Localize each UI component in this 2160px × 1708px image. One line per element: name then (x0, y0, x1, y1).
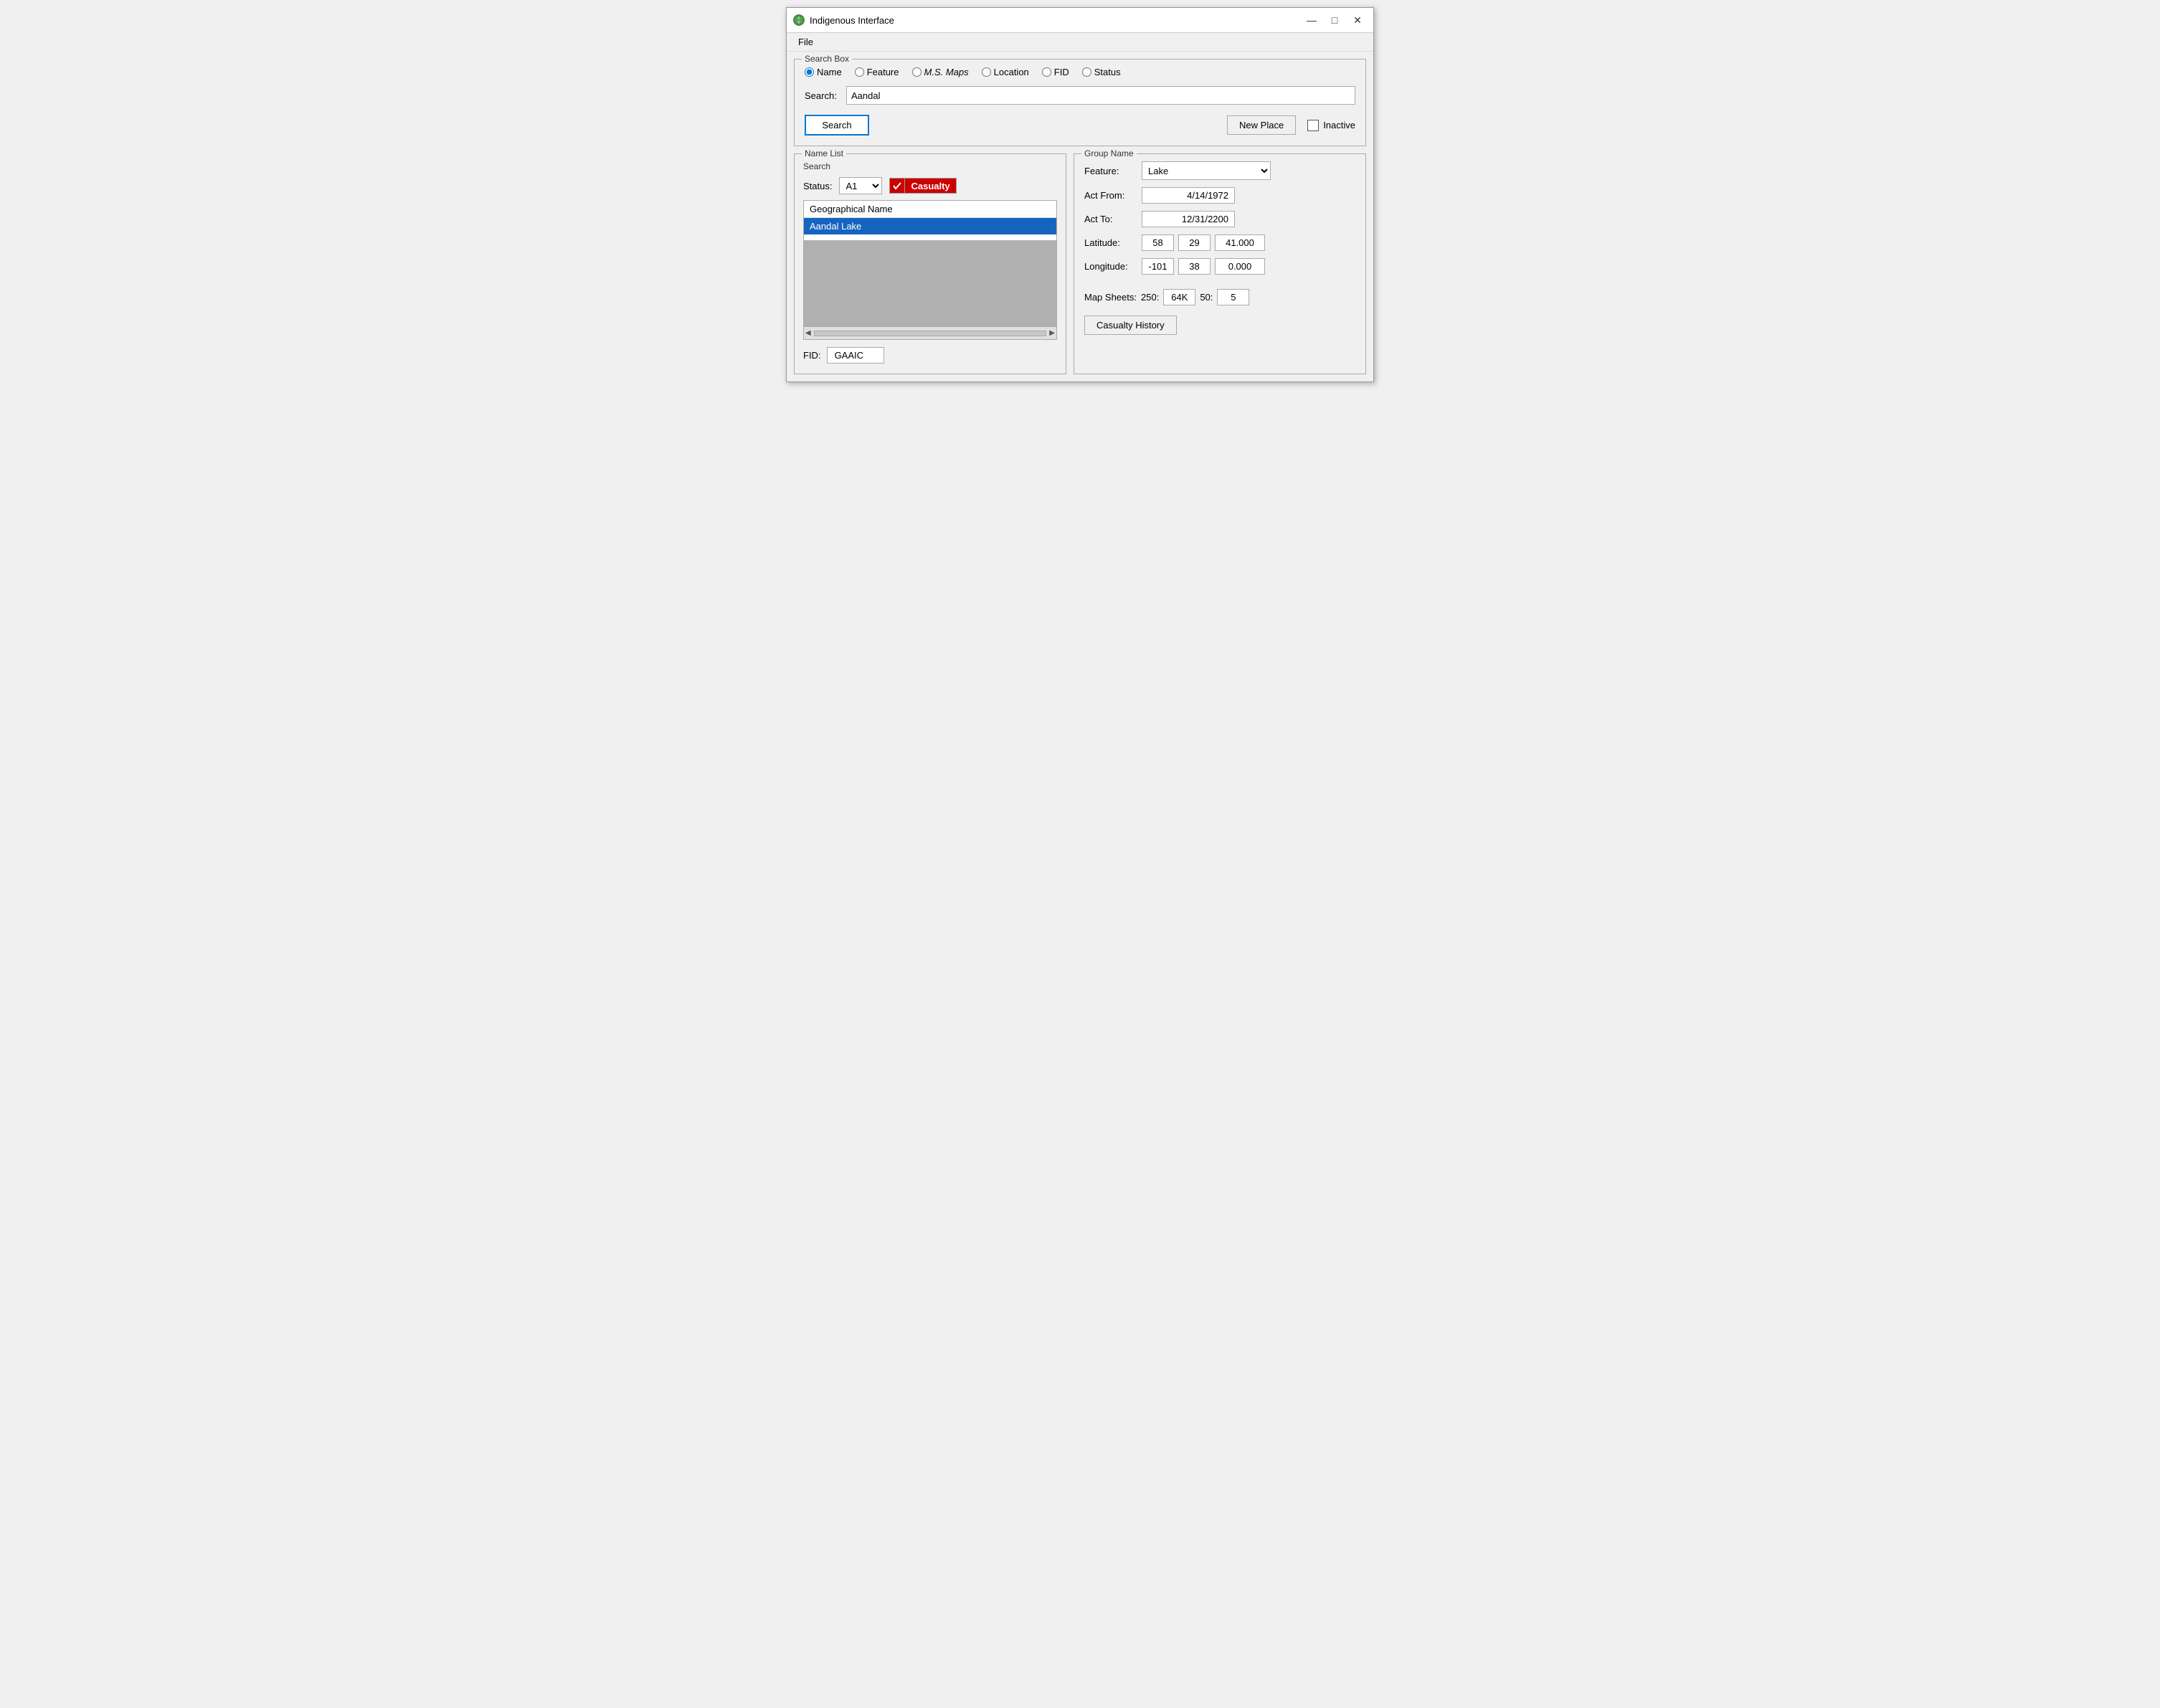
minimize-button[interactable]: — (1302, 12, 1322, 28)
group-name-legend: Group Name (1081, 148, 1137, 158)
geo-list-header: Geographical Name (804, 201, 1056, 218)
longitude-label: Longitude: (1084, 261, 1142, 272)
radio-feature-text: Feature (867, 67, 899, 77)
radio-ms-maps-text: M.S. Maps (924, 67, 969, 77)
new-place-button[interactable]: New Place (1227, 115, 1296, 135)
scroll-left-arrow[interactable]: ◀ (805, 329, 811, 337)
button-row: Search New Place Inactive (805, 115, 1355, 136)
radio-status-label[interactable]: Status (1082, 67, 1121, 77)
casualty-text: Casualty (905, 178, 956, 194)
map-250-label: 250: (1141, 292, 1159, 303)
window-controls: — □ ✕ (1302, 12, 1368, 28)
fid-label: FID: (803, 350, 821, 361)
search-input[interactable] (846, 86, 1355, 105)
window-title: Indigenous Interface (810, 15, 1302, 26)
act-to-row: Act To: 12/31/2200 (1084, 211, 1355, 227)
inactive-row: Inactive (1307, 120, 1355, 131)
search-sub-label: Search (803, 161, 1057, 171)
casualty-history-button[interactable]: Casualty History (1084, 315, 1177, 335)
radio-location-label[interactable]: Location (982, 67, 1029, 77)
latitude-row: Latitude: 58 29 41.000 (1084, 234, 1355, 251)
radio-name-label[interactable]: Name (805, 67, 842, 77)
inactive-label: Inactive (1323, 120, 1355, 131)
map-sheets-label: Map Sheets: (1084, 292, 1137, 303)
feature-label: Feature: (1084, 166, 1142, 176)
map-sheets-row: Map Sheets: 250: 64K 50: 5 (1084, 289, 1355, 305)
radio-status-text: Status (1094, 67, 1121, 77)
fid-row: FID: GAAIC (803, 347, 1057, 364)
list-item[interactable]: Aandal Lake (804, 218, 1056, 234)
geo-list-scrollbar[interactable]: ◀ ▶ (804, 326, 1056, 339)
status-label: Status: (803, 181, 832, 191)
longitude-row: Longitude: -101 38 0.000 (1084, 258, 1355, 275)
act-from-value: 4/14/1972 (1142, 187, 1235, 204)
feature-row: Feature: Lake River Mountain Valley (1084, 161, 1355, 180)
radio-fid-text: FID (1054, 67, 1069, 77)
fid-value: GAAIC (827, 347, 884, 364)
main-window: Indigenous Interface — □ ✕ File Search B… (786, 7, 1374, 382)
lat-min: 29 (1178, 234, 1211, 251)
act-from-row: Act From: 4/14/1972 (1084, 187, 1355, 204)
lat-deg: 58 (1142, 234, 1174, 251)
lon-min: 38 (1178, 258, 1211, 275)
menu-file[interactable]: File (792, 34, 819, 49)
lon-sec: 0.000 (1215, 258, 1265, 275)
radio-feature[interactable] (855, 67, 864, 77)
lon-deg: -101 (1142, 258, 1174, 275)
scroll-right-arrow[interactable]: ▶ (1049, 329, 1055, 337)
group-name-panel: Group Name Feature: Lake River Mountain … (1074, 153, 1366, 374)
map-50-label: 50: (1200, 292, 1213, 303)
radio-ms-maps-label[interactable]: M.S. Maps (912, 67, 969, 77)
main-content: Search Box Name Feature M.S. Maps Locati… (787, 52, 1373, 381)
app-icon (792, 14, 805, 27)
casualty-label[interactable]: Casualty (889, 178, 956, 194)
act-to-label: Act To: (1084, 214, 1142, 224)
radio-fid-label[interactable]: FID (1042, 67, 1069, 77)
geo-list-container: Geographical Name Aandal Lake ◀ ▶ (803, 200, 1057, 340)
radio-name-text: Name (817, 67, 842, 77)
inactive-checkbox[interactable] (1307, 120, 1319, 131)
radio-location-text: Location (994, 67, 1029, 77)
radio-fid[interactable] (1042, 67, 1051, 77)
status-select[interactable]: A1 A2 B1 B2 (839, 177, 882, 194)
status-row: Status: A1 A2 B1 B2 Casualty (803, 177, 1057, 194)
maximize-button[interactable]: □ (1325, 12, 1345, 28)
title-bar: Indigenous Interface — □ ✕ (787, 8, 1373, 33)
radio-name[interactable] (805, 67, 814, 77)
lat-sec: 41.000 (1215, 234, 1265, 251)
name-list-legend: Name List (802, 148, 846, 158)
close-button[interactable]: ✕ (1347, 12, 1368, 28)
search-input-row: Search: (805, 86, 1355, 105)
search-label: Search: (805, 90, 840, 101)
radio-feature-label[interactable]: Feature (855, 67, 899, 77)
act-from-label: Act From: (1084, 190, 1142, 201)
feature-select[interactable]: Lake River Mountain Valley (1142, 161, 1271, 180)
map-50-value: 5 (1217, 289, 1249, 305)
radio-location[interactable] (982, 67, 991, 77)
radio-ms-maps[interactable] (912, 67, 922, 77)
search-box-legend: Search Box (802, 54, 852, 64)
scroll-track[interactable] (814, 331, 1047, 336)
casualty-check-icon[interactable] (889, 178, 905, 194)
geo-list-empty (804, 240, 1056, 326)
map-250-value: 64K (1163, 289, 1195, 305)
radio-status[interactable] (1082, 67, 1091, 77)
bottom-panels: Name List Search Status: A1 A2 B1 B2 (794, 153, 1366, 374)
act-to-value: 12/31/2200 (1142, 211, 1235, 227)
search-box-panel: Search Box Name Feature M.S. Maps Locati… (794, 59, 1366, 146)
radio-group: Name Feature M.S. Maps Location FID (805, 67, 1355, 77)
name-list-panel: Name List Search Status: A1 A2 B1 B2 (794, 153, 1066, 374)
search-button[interactable]: Search (805, 115, 869, 136)
latitude-label: Latitude: (1084, 237, 1142, 248)
menu-bar: File (787, 33, 1373, 52)
